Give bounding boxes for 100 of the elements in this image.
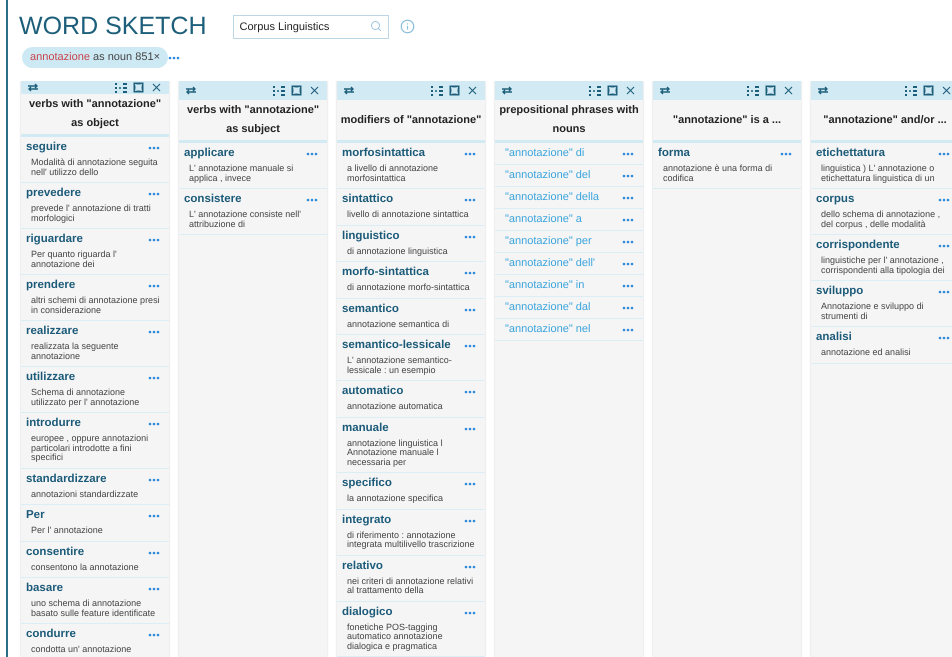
more-icon[interactable]	[464, 390, 476, 394]
collocate-word[interactable]: sintattico	[342, 191, 394, 209]
collocate-word[interactable]: forma	[658, 145, 690, 163]
more-icon[interactable]	[148, 550, 160, 554]
more-icon[interactable]	[938, 198, 950, 202]
more-icon[interactable]	[938, 290, 950, 294]
collocate-word[interactable]: manuale	[342, 420, 389, 438]
close-icon[interactable]	[940, 84, 952, 97]
close-icon[interactable]	[466, 84, 479, 97]
collocate-word[interactable]: introdurre	[26, 415, 81, 433]
more-icon[interactable]	[148, 238, 160, 242]
collocate-word[interactable]: etichettatura	[816, 145, 886, 163]
collocate-word[interactable]: morfosintattica	[342, 145, 426, 163]
more-icon[interactable]	[464, 271, 476, 275]
search-field[interactable]: Corpus Linguistics	[232, 14, 388, 38]
collocate-word[interactable]: Per	[26, 507, 45, 525]
collocate-word[interactable]: realizzare	[26, 323, 78, 341]
more-icon[interactable]	[148, 587, 160, 591]
more-icon[interactable]	[148, 633, 160, 637]
more-icon[interactable]	[622, 240, 634, 244]
more-icon[interactable]	[148, 478, 160, 482]
more-icon[interactable]	[168, 56, 180, 60]
more-icon[interactable]	[464, 198, 476, 202]
more-icon[interactable]	[622, 262, 634, 266]
list-icon[interactable]	[273, 86, 285, 96]
swap-arrows-icon[interactable]	[659, 86, 671, 95]
collocate-word[interactable]: analisi	[816, 329, 852, 347]
collocate-word[interactable]: applicare	[184, 145, 234, 163]
collocate-word[interactable]: basare	[26, 580, 64, 598]
list-icon[interactable]	[115, 82, 127, 92]
more-icon[interactable]	[148, 146, 160, 150]
collocate-word[interactable]: seguire	[26, 139, 67, 157]
close-icon[interactable]	[308, 84, 321, 97]
close-icon[interactable]	[782, 84, 795, 97]
info-icon[interactable]	[400, 18, 414, 34]
swap-arrows-icon[interactable]	[27, 83, 39, 92]
list-icon[interactable]	[747, 86, 759, 96]
collocate-word[interactable]: relativo	[342, 558, 383, 576]
more-icon[interactable]	[780, 152, 792, 156]
more-icon[interactable]	[622, 328, 634, 332]
more-icon[interactable]	[622, 174, 634, 178]
more-icon[interactable]	[622, 284, 634, 288]
more-icon[interactable]	[148, 514, 160, 518]
collocate-word[interactable]: condurre	[26, 626, 76, 644]
collocate-word[interactable]: consistere	[184, 191, 242, 209]
more-icon[interactable]	[464, 344, 476, 348]
expand-icon[interactable]	[923, 85, 934, 96]
more-icon[interactable]	[148, 330, 160, 334]
more-icon[interactable]	[148, 376, 160, 380]
list-icon[interactable]	[905, 86, 917, 96]
more-icon[interactable]	[306, 152, 318, 156]
more-icon[interactable]	[464, 482, 476, 486]
swap-arrows-icon[interactable]	[343, 86, 355, 95]
collocate-word[interactable]: corrispondente	[816, 237, 900, 255]
collocate-word[interactable]: standardizzare	[26, 470, 107, 488]
expand-icon[interactable]	[291, 85, 302, 96]
more-icon[interactable]	[464, 610, 476, 614]
swap-arrows-icon[interactable]	[501, 86, 513, 95]
more-icon[interactable]	[148, 422, 160, 426]
more-icon[interactable]	[464, 426, 476, 430]
more-icon[interactable]	[938, 152, 950, 156]
collocate-word[interactable]: semantico-lessicale	[342, 337, 451, 355]
collocate-word[interactable]: specifico	[342, 475, 392, 493]
close-icon[interactable]	[624, 84, 637, 97]
more-icon[interactable]	[938, 336, 950, 340]
expand-icon[interactable]	[607, 85, 618, 96]
more-icon[interactable]	[464, 234, 476, 238]
more-icon[interactable]	[148, 192, 160, 196]
query-chip[interactable]: annotazione as noun 851×	[22, 47, 168, 68]
more-icon[interactable]	[464, 152, 476, 156]
more-icon[interactable]	[622, 306, 634, 310]
collocate-word[interactable]: dialogico	[342, 604, 392, 622]
search-icon[interactable]	[370, 20, 382, 32]
collocate-word[interactable]: morfo-sintattica	[342, 264, 429, 282]
expand-icon[interactable]	[449, 85, 460, 96]
more-icon[interactable]	[938, 244, 950, 248]
collocate-word[interactable]: automatico	[342, 383, 404, 401]
collocate-word[interactable]: linguistico	[342, 228, 400, 246]
collocate-word[interactable]: prevedere	[26, 185, 81, 203]
expand-icon[interactable]	[765, 85, 776, 96]
swap-arrows-icon[interactable]	[185, 86, 197, 95]
more-icon[interactable]	[306, 198, 318, 202]
collocate-word[interactable]: semantico	[342, 300, 399, 318]
more-icon[interactable]	[148, 284, 160, 288]
collocate-word[interactable]: corpus	[816, 191, 854, 209]
expand-icon[interactable]	[133, 82, 144, 93]
more-icon[interactable]	[622, 218, 634, 222]
close-icon[interactable]	[150, 81, 163, 94]
collocate-word[interactable]: integrato	[342, 512, 392, 530]
more-icon[interactable]	[464, 564, 476, 568]
collocate-word[interactable]: riguardare	[26, 231, 83, 249]
swap-arrows-icon[interactable]	[817, 86, 829, 95]
collocate-word[interactable]: sviluppo	[816, 283, 864, 301]
more-icon[interactable]	[622, 196, 634, 200]
list-icon[interactable]	[431, 86, 443, 96]
more-icon[interactable]	[622, 152, 634, 156]
more-icon[interactable]	[464, 518, 476, 522]
more-icon[interactable]	[464, 308, 476, 312]
collocate-word[interactable]: utilizzare	[26, 369, 76, 387]
collocate-word[interactable]: prendere	[26, 277, 76, 295]
